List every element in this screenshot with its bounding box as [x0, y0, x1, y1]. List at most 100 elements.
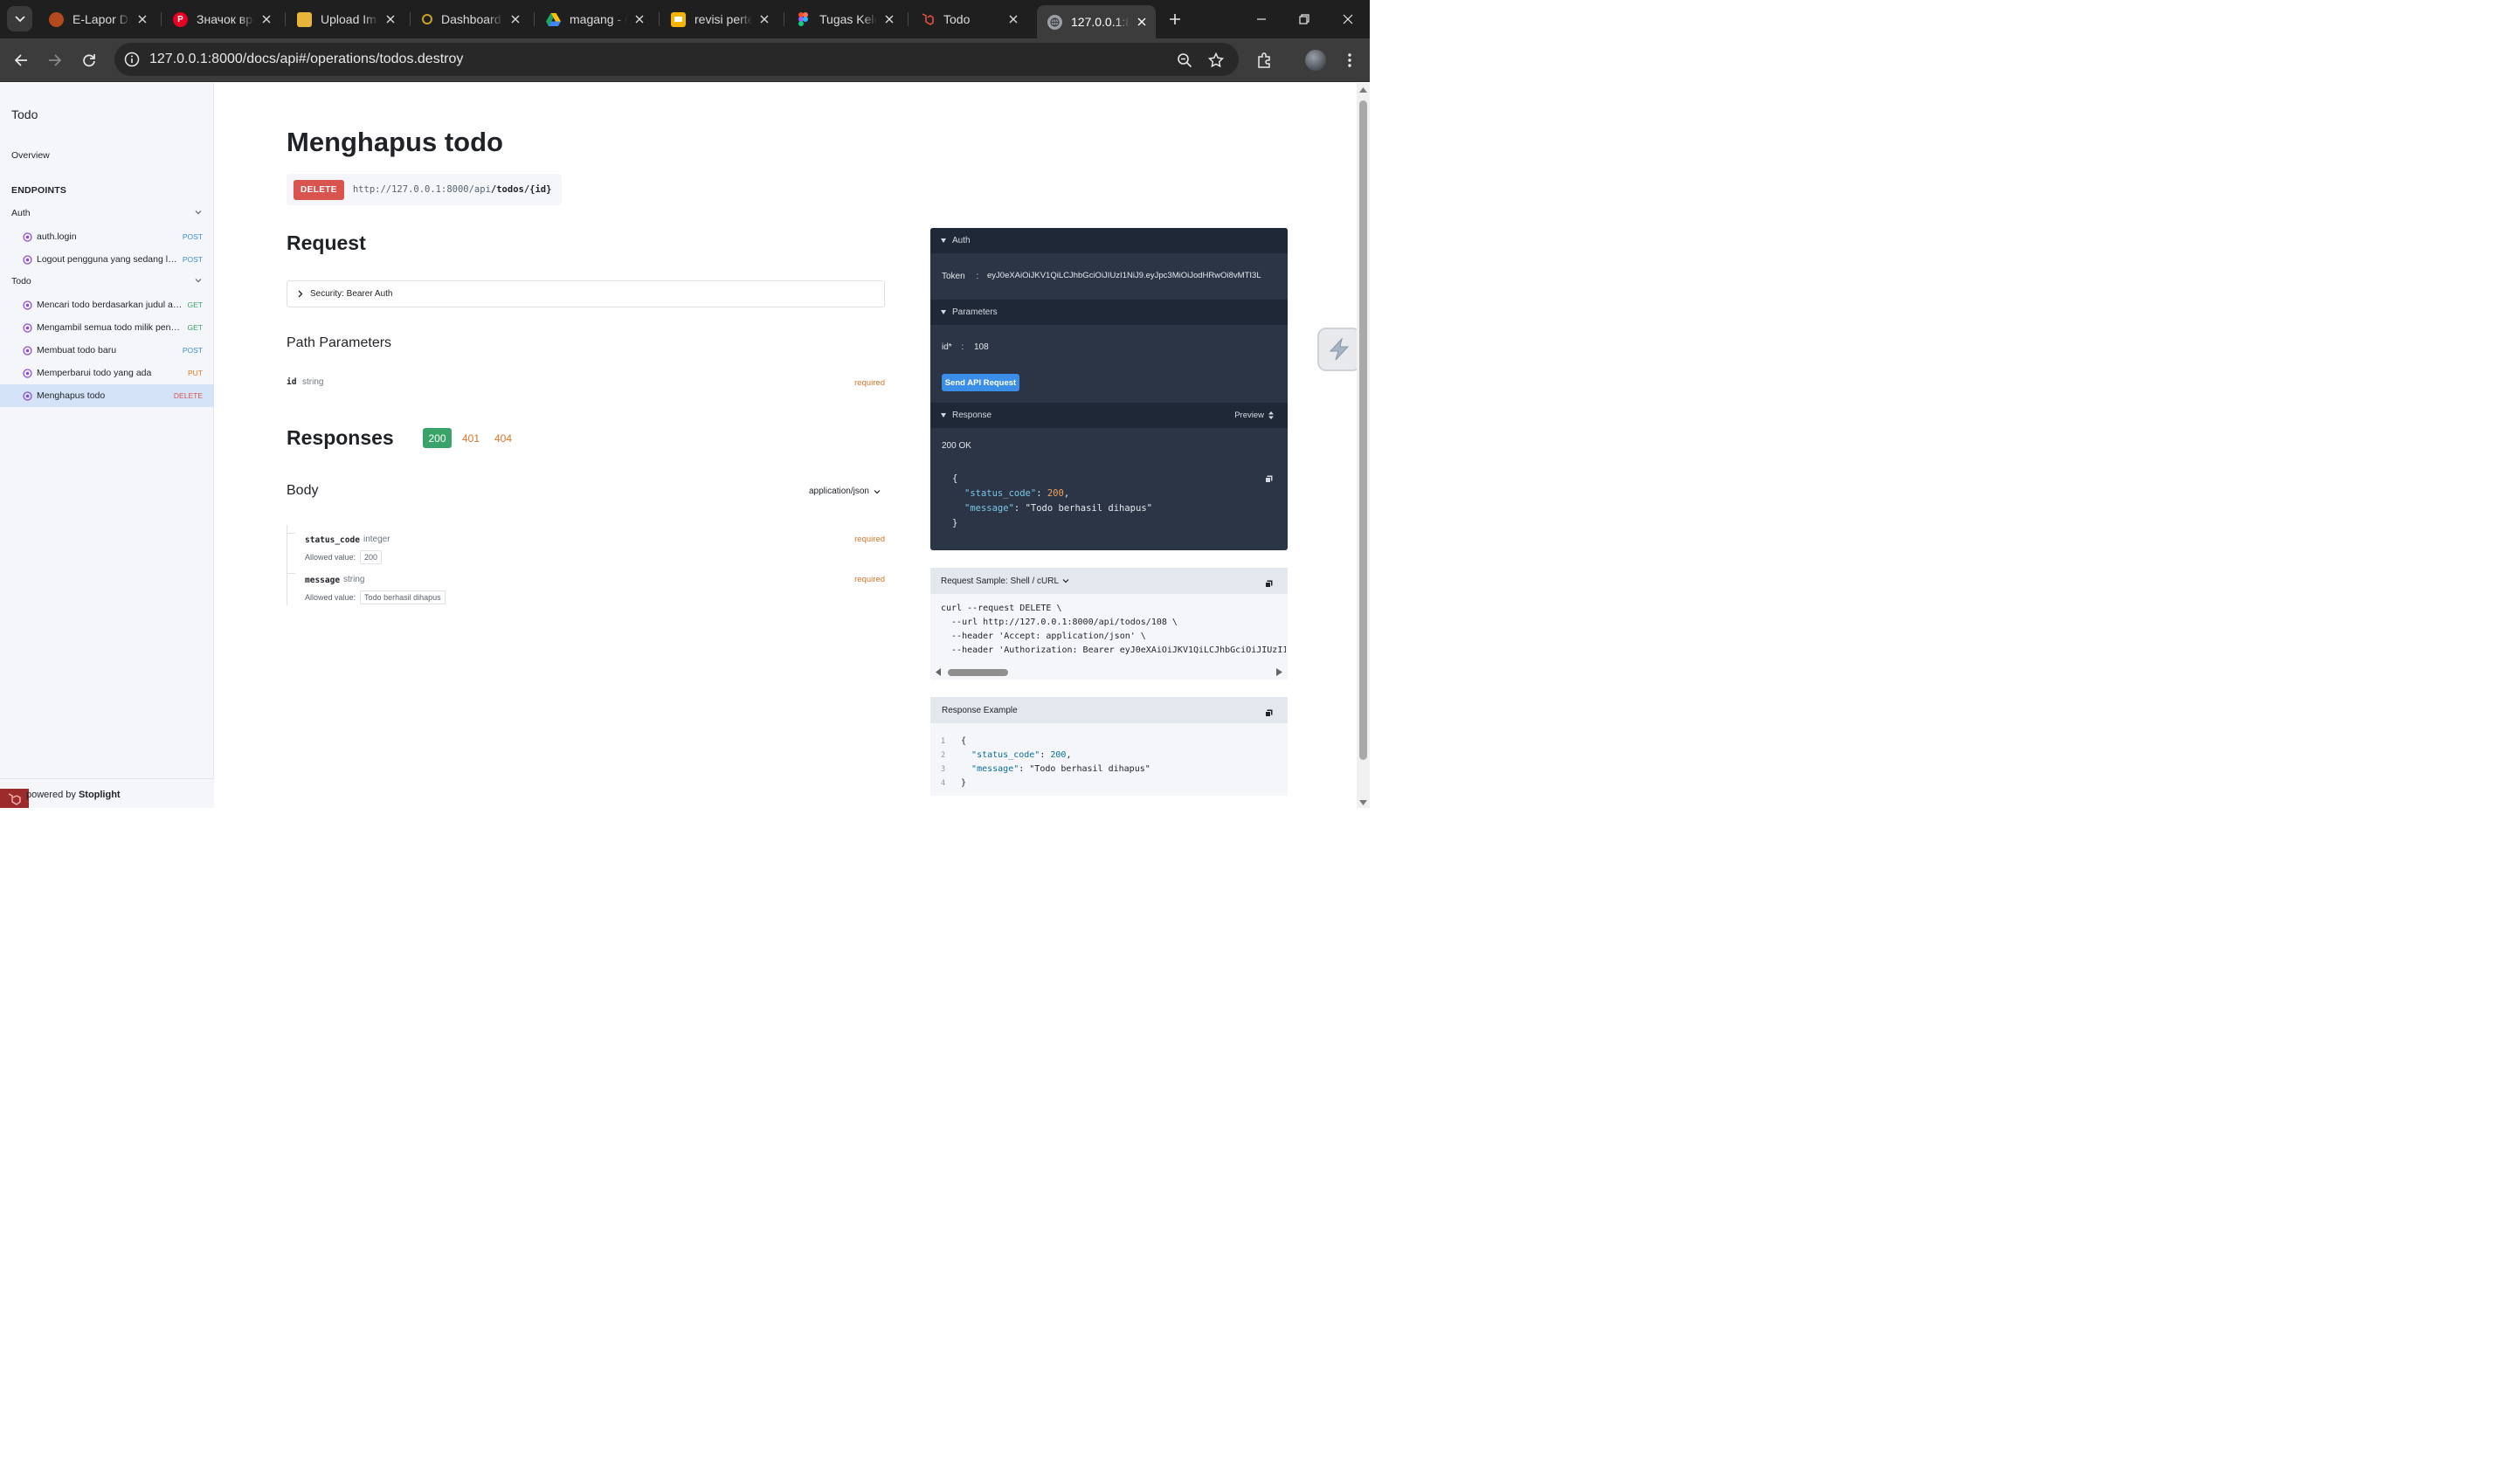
- powered-by-footer[interactable]: powered by Stoplight: [0, 778, 214, 808]
- docs-content: Menghapus todo DELETE http://127.0.0.1:8…: [214, 83, 1357, 808]
- response-tab-200[interactable]: 200: [423, 428, 452, 448]
- sidebar-group-todo[interactable]: Todo: [0, 271, 214, 292]
- address-bar[interactable]: 127.0.0.1:8000/docs/api#/operations/todo…: [114, 43, 1239, 76]
- method-badge: GET: [187, 300, 203, 309]
- pinterest-icon: P: [173, 11, 188, 27]
- browser-tab[interactable]: Tugas Kelo: [785, 5, 903, 33]
- horizontal-scrollbar[interactable]: [930, 665, 1288, 679]
- bookmark-star-icon[interactable]: [1206, 51, 1226, 70]
- tab-search-button[interactable]: [7, 6, 32, 31]
- close-icon[interactable]: [383, 12, 397, 26]
- send-api-request-button[interactable]: Send API Request: [942, 374, 1019, 391]
- sidebar-group-auth[interactable]: Auth: [0, 203, 214, 224]
- method-badge: POST: [182, 346, 203, 355]
- request-heading: Request: [287, 231, 366, 254]
- close-icon[interactable]: [882, 12, 896, 26]
- forward-button[interactable]: [44, 49, 66, 72]
- browser-tab[interactable]: revisi perte: [660, 5, 778, 33]
- close-icon: [1343, 14, 1353, 24]
- close-icon[interactable]: [135, 12, 149, 26]
- mime-type-select[interactable]: application/json: [809, 487, 881, 496]
- field-type: integer: [363, 535, 390, 544]
- tab-divider: [659, 12, 660, 26]
- preview-select[interactable]: Preview: [1234, 411, 1274, 420]
- scroll-left-icon[interactable]: [936, 668, 942, 676]
- sidebar-item-label: Memperbarui todo yang ada: [37, 368, 152, 378]
- endpoint-target-icon: [23, 322, 32, 333]
- sidebar-item-overview[interactable]: Overview: [11, 150, 50, 161]
- browser-tab[interactable]: Todo: [909, 5, 1027, 33]
- sidebar-title[interactable]: Todo: [11, 107, 38, 121]
- sidebar-item-search-todo[interactable]: Mencari todo berdasarkan judul atau desk…: [0, 293, 214, 316]
- close-icon[interactable]: [1006, 12, 1020, 26]
- token-input[interactable]: eyJ0eXAiOiJKV1QiLCJhbGciOiJIUzI1NiJ9.eyJ…: [987, 271, 1280, 280]
- zoom-icon[interactable]: [1175, 51, 1194, 70]
- url-text[interactable]: 127.0.0.1:8000/docs/api#/operations/todo…: [149, 52, 463, 67]
- minimize-button[interactable]: [1251, 9, 1272, 30]
- tree-connector: [287, 573, 295, 574]
- site-info-icon[interactable]: [122, 50, 142, 69]
- close-icon[interactable]: [632, 12, 646, 26]
- sidebar-item-label: Logout pengguna yang sedang login: [37, 254, 177, 265]
- browser-tab[interactable]: E-Lapor DIY: [38, 5, 156, 33]
- auth-section-toggle[interactable]: Auth: [930, 228, 1288, 253]
- caret-down-icon: [941, 413, 946, 418]
- security-accordion[interactable]: Security: Bearer Auth: [287, 280, 885, 307]
- scroll-up-icon[interactable]: [1359, 87, 1367, 93]
- sidebar-item-delete-todo[interactable]: Menghapus todo DELETE: [0, 384, 214, 407]
- chevron-down-icon: [14, 15, 25, 22]
- id-input[interactable]: 108: [974, 342, 989, 352]
- path-parameters-heading: Path Parameters: [287, 335, 392, 350]
- scrollbar-thumb[interactable]: [948, 669, 1008, 676]
- slides-icon: [671, 11, 686, 27]
- sort-icon: [1268, 411, 1274, 419]
- copy-icon[interactable]: [1265, 706, 1273, 717]
- endpoint-url-box[interactable]: DELETE http://127.0.0.1:8000/api/todos/{…: [287, 174, 563, 205]
- browser-tab[interactable]: Dashboard: [411, 5, 529, 33]
- sidebar-item-list-todos[interactable]: Mengambil semua todo milik pengguna GET: [0, 316, 214, 339]
- browser-tab-active[interactable]: 127.0.0.1:8000: [1037, 5, 1156, 38]
- sidebar-item-logout[interactable]: Logout pengguna yang sedang login POST: [0, 248, 214, 271]
- id-param-row: id* :: [942, 342, 964, 352]
- restore-button[interactable]: [1294, 9, 1315, 30]
- scroll-right-icon[interactable]: [1276, 668, 1282, 676]
- tab-divider: [161, 12, 162, 26]
- sidebar-item-create-todo[interactable]: Membuat todo baru POST: [0, 339, 214, 362]
- close-icon[interactable]: [1135, 15, 1149, 29]
- required-label: required: [854, 378, 885, 388]
- back-button[interactable]: [10, 49, 32, 72]
- chevron-down-icon: [874, 489, 881, 494]
- copy-icon[interactable]: [1265, 472, 1273, 483]
- browser-tab[interactable]: Upload Ima: [287, 5, 404, 33]
- profile-avatar[interactable]: [1305, 50, 1326, 71]
- browser-tab[interactable]: magang - G: [535, 5, 653, 33]
- request-sample-language-select[interactable]: Request Sample: Shell / cURL: [930, 568, 1288, 594]
- close-icon[interactable]: [508, 12, 522, 26]
- browser-tab[interactable]: P Значок вре: [162, 5, 280, 33]
- extensions-button[interactable]: [1253, 49, 1275, 72]
- scrollbar-thumb[interactable]: [1359, 100, 1367, 760]
- endpoints-heading: ENDPOINTS: [11, 185, 67, 196]
- response-tab-404[interactable]: 404: [494, 432, 512, 445]
- sidebar-item-update-todo[interactable]: Memperbarui todo yang ada PUT: [0, 362, 214, 384]
- tab-divider: [410, 12, 411, 26]
- close-icon[interactable]: [757, 12, 771, 26]
- stoplight-brand: Stoplight: [78, 790, 121, 800]
- close-icon[interactable]: [259, 12, 273, 26]
- response-tab-401[interactable]: 401: [462, 432, 480, 445]
- docs-sidebar: Todo Overview ENDPOINTS Auth auth.login …: [0, 83, 214, 808]
- floating-extension-button[interactable]: [1317, 328, 1361, 371]
- scroll-down-icon[interactable]: [1359, 800, 1367, 805]
- reload-button[interactable]: [78, 49, 100, 72]
- copy-icon[interactable]: [1265, 576, 1273, 588]
- page-scrollbar[interactable]: [1357, 83, 1370, 808]
- close-window-button[interactable]: [1337, 9, 1358, 30]
- required-label: required: [854, 535, 885, 544]
- laravel-debug-icon[interactable]: [0, 789, 29, 808]
- required-label: required: [854, 575, 885, 584]
- parameters-section-toggle[interactable]: Parameters: [930, 300, 1288, 325]
- browser-menu-button[interactable]: [1338, 49, 1361, 72]
- tab-divider: [534, 12, 535, 26]
- new-tab-button[interactable]: [1164, 9, 1185, 30]
- sidebar-item-auth-login[interactable]: auth.login POST: [0, 225, 214, 248]
